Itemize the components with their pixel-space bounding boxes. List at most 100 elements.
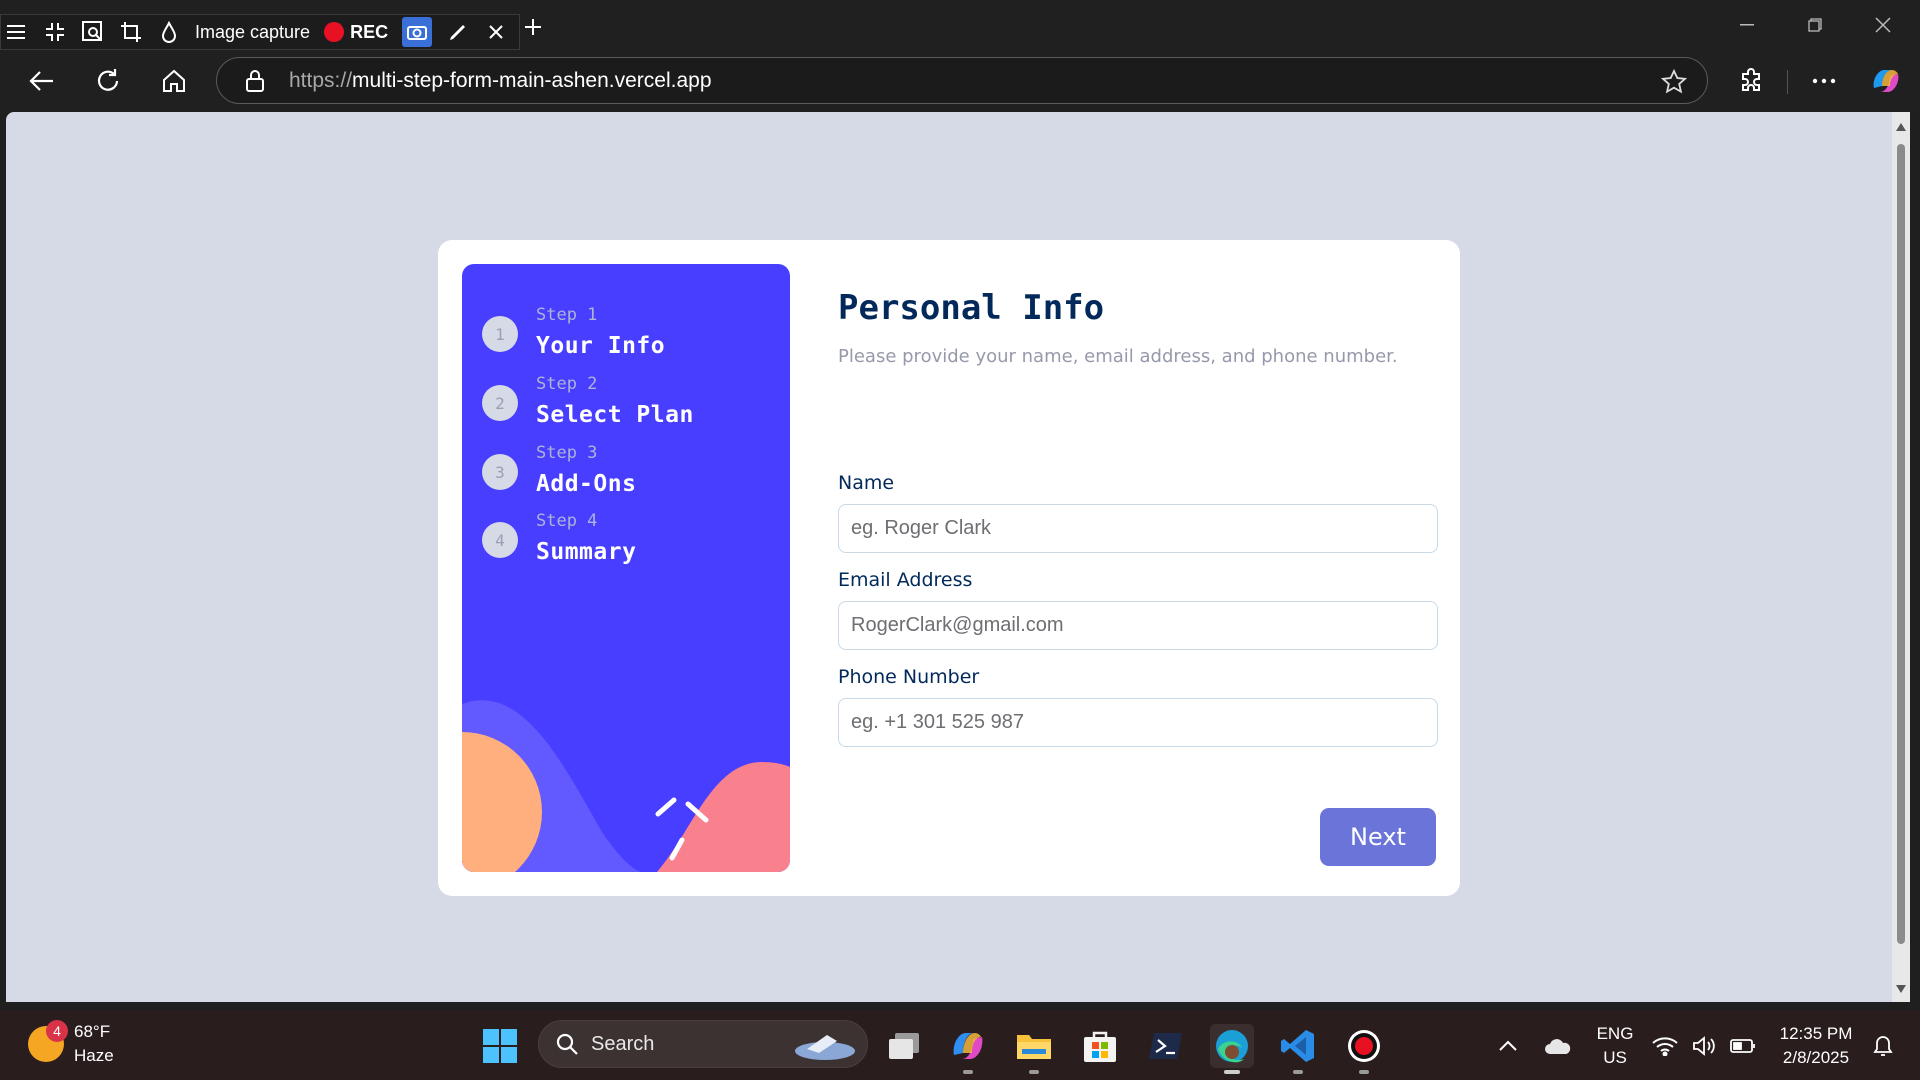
more-options-icon[interactable] — [1804, 61, 1844, 101]
step-number: 1 — [482, 316, 518, 352]
capture-mode-label: Image capture — [195, 21, 311, 42]
taskbar-search[interactable]: Search — [538, 1020, 868, 1068]
search-icon — [556, 1033, 578, 1055]
step-number: 3 — [482, 454, 518, 490]
notifications-bell-icon[interactable] — [1868, 1024, 1898, 1068]
step-item-2[interactable]: 2 Step 2 Select Plan — [482, 371, 694, 433]
weather-widget[interactable]: 4 68°F Haze — [28, 1020, 114, 1068]
step-item-3[interactable]: 3 Step 3 Add-Ons — [482, 440, 636, 502]
form-card: 1 Step 1 Your Info 2 Step 2 Select Plan … — [438, 240, 1460, 896]
onedrive-cloud-icon[interactable] — [1536, 1024, 1580, 1068]
step-title: Select Plan — [536, 402, 694, 428]
copilot-app-icon[interactable] — [946, 1024, 990, 1074]
refresh-icon[interactable] — [88, 61, 128, 101]
search-label: Search — [591, 1032, 655, 1055]
volume-icon[interactable] — [1690, 1024, 1720, 1068]
step-kicker: Step 1 — [536, 305, 598, 325]
running-indicator — [1293, 1070, 1303, 1074]
name-field-group: Name — [838, 472, 1438, 553]
menu-icon[interactable] — [5, 20, 29, 44]
close-capture-icon[interactable] — [484, 20, 508, 44]
email-field-group: Email Address — [838, 569, 1438, 650]
clock-date: 2/8/2025 — [1782, 1048, 1850, 1067]
back-icon[interactable] — [22, 61, 62, 101]
running-indicator — [963, 1070, 973, 1074]
haze-weather-icon: 4 — [28, 1020, 68, 1062]
phone-input[interactable] — [838, 698, 1438, 747]
step-title: Add-Ons — [536, 471, 637, 497]
wifi-icon[interactable] — [1650, 1024, 1680, 1068]
file-explorer-icon[interactable] — [1012, 1024, 1056, 1074]
step-kicker: Step 2 — [536, 374, 598, 394]
collapse-icon[interactable] — [43, 20, 67, 44]
step-item-4[interactable]: 4 Step 4 Summary — [482, 508, 636, 570]
crop-icon[interactable] — [119, 20, 143, 44]
taskbar: 4 68°F Haze Search ENG US 12:35 PM 2/8/2… — [0, 1010, 1920, 1080]
restore-icon[interactable] — [1792, 10, 1838, 40]
email-label: Email Address — [838, 569, 973, 591]
phone-label: Phone Number — [838, 666, 980, 688]
clock[interactable]: 12:35 PM 2/8/2025 — [1772, 1022, 1860, 1070]
running-indicator — [1029, 1070, 1039, 1074]
copilot-icon[interactable] — [1866, 61, 1906, 101]
address-bar[interactable]: https://multi-step-form-main-ashen.verce… — [216, 57, 1708, 104]
microsoft-store-icon[interactable] — [1078, 1024, 1122, 1068]
step-sidebar: 1 Step 1 Your Info 2 Step 2 Select Plan … — [462, 264, 790, 872]
scroll-thumb[interactable] — [1897, 144, 1905, 944]
camera-icon[interactable] — [402, 17, 433, 47]
name-input[interactable] — [838, 504, 1438, 553]
lock-icon[interactable] — [245, 69, 265, 97]
extensions-icon[interactable] — [1732, 61, 1772, 101]
step-number: 4 — [482, 522, 518, 558]
home-icon[interactable] — [154, 61, 194, 101]
record-dot-icon — [324, 22, 345, 42]
new-tab-icon[interactable] — [520, 12, 546, 42]
scroll-down-icon[interactable] — [1895, 984, 1907, 994]
clock-time: 12:35 PM — [1779, 1024, 1853, 1043]
terminal-icon[interactable] — [1144, 1024, 1188, 1068]
record-label: REC — [350, 21, 389, 42]
battery-icon[interactable] — [1728, 1024, 1758, 1068]
form-content: Personal Info Please provide your name, … — [838, 264, 1438, 747]
sidebar-decoration — [462, 700, 790, 872]
step-title: Your Info — [536, 333, 666, 359]
running-indicator — [1224, 1070, 1240, 1074]
region-search-icon[interactable] — [81, 20, 105, 44]
search-highlight-icon — [795, 1035, 855, 1060]
running-indicator — [1359, 1070, 1369, 1074]
page-viewport: 1 Step 1 Your Info 2 Step 2 Select Plan … — [6, 112, 1892, 1002]
language-indicator[interactable]: ENG US — [1592, 1022, 1638, 1070]
weather-description: Haze — [74, 1046, 114, 1065]
record-button[interactable]: REC — [324, 22, 388, 43]
vscode-icon[interactable] — [1276, 1024, 1320, 1074]
pen-icon[interactable] — [446, 20, 470, 44]
minimize-icon[interactable] — [1724, 10, 1770, 40]
edge-browser-icon[interactable] — [1210, 1024, 1254, 1074]
page-subtitle: Please provide your name, email address,… — [838, 346, 1398, 367]
start-windows-icon[interactable] — [478, 1024, 522, 1068]
close-window-icon[interactable] — [1860, 10, 1906, 40]
screen-recorder-icon[interactable] — [1342, 1024, 1386, 1074]
email-input[interactable] — [838, 601, 1438, 650]
scroll-up-icon[interactable] — [1895, 122, 1907, 132]
url-text[interactable]: https://multi-step-form-main-ashen.verce… — [289, 69, 712, 93]
task-view-icon[interactable] — [882, 1024, 926, 1068]
next-button[interactable]: Next — [1320, 808, 1436, 866]
step-kicker: Step 3 — [536, 443, 598, 463]
step-title: Summary — [536, 539, 637, 565]
weather-temperature: 68°F — [74, 1022, 111, 1041]
notification-badge: 4 — [46, 1020, 68, 1042]
step-number: 2 — [482, 385, 518, 421]
toolbar-divider — [1787, 70, 1788, 94]
show-hidden-icons-chevron-icon[interactable] — [1486, 1024, 1530, 1068]
drop-icon[interactable] — [157, 20, 181, 44]
favorite-star-icon[interactable] — [1660, 68, 1688, 99]
phone-field-group: Phone Number — [838, 666, 1438, 747]
name-label: Name — [838, 472, 895, 494]
capture-toolbar: Image capture REC — [0, 14, 520, 50]
page-title: Personal Info — [838, 288, 1105, 328]
step-kicker: Step 4 — [536, 511, 598, 531]
step-item-1[interactable]: 1 Step 1 Your Info — [482, 302, 665, 364]
tab-strip: Image capture REC — [0, 0, 1920, 52]
vertical-scrollbar[interactable] — [1892, 112, 1910, 1002]
